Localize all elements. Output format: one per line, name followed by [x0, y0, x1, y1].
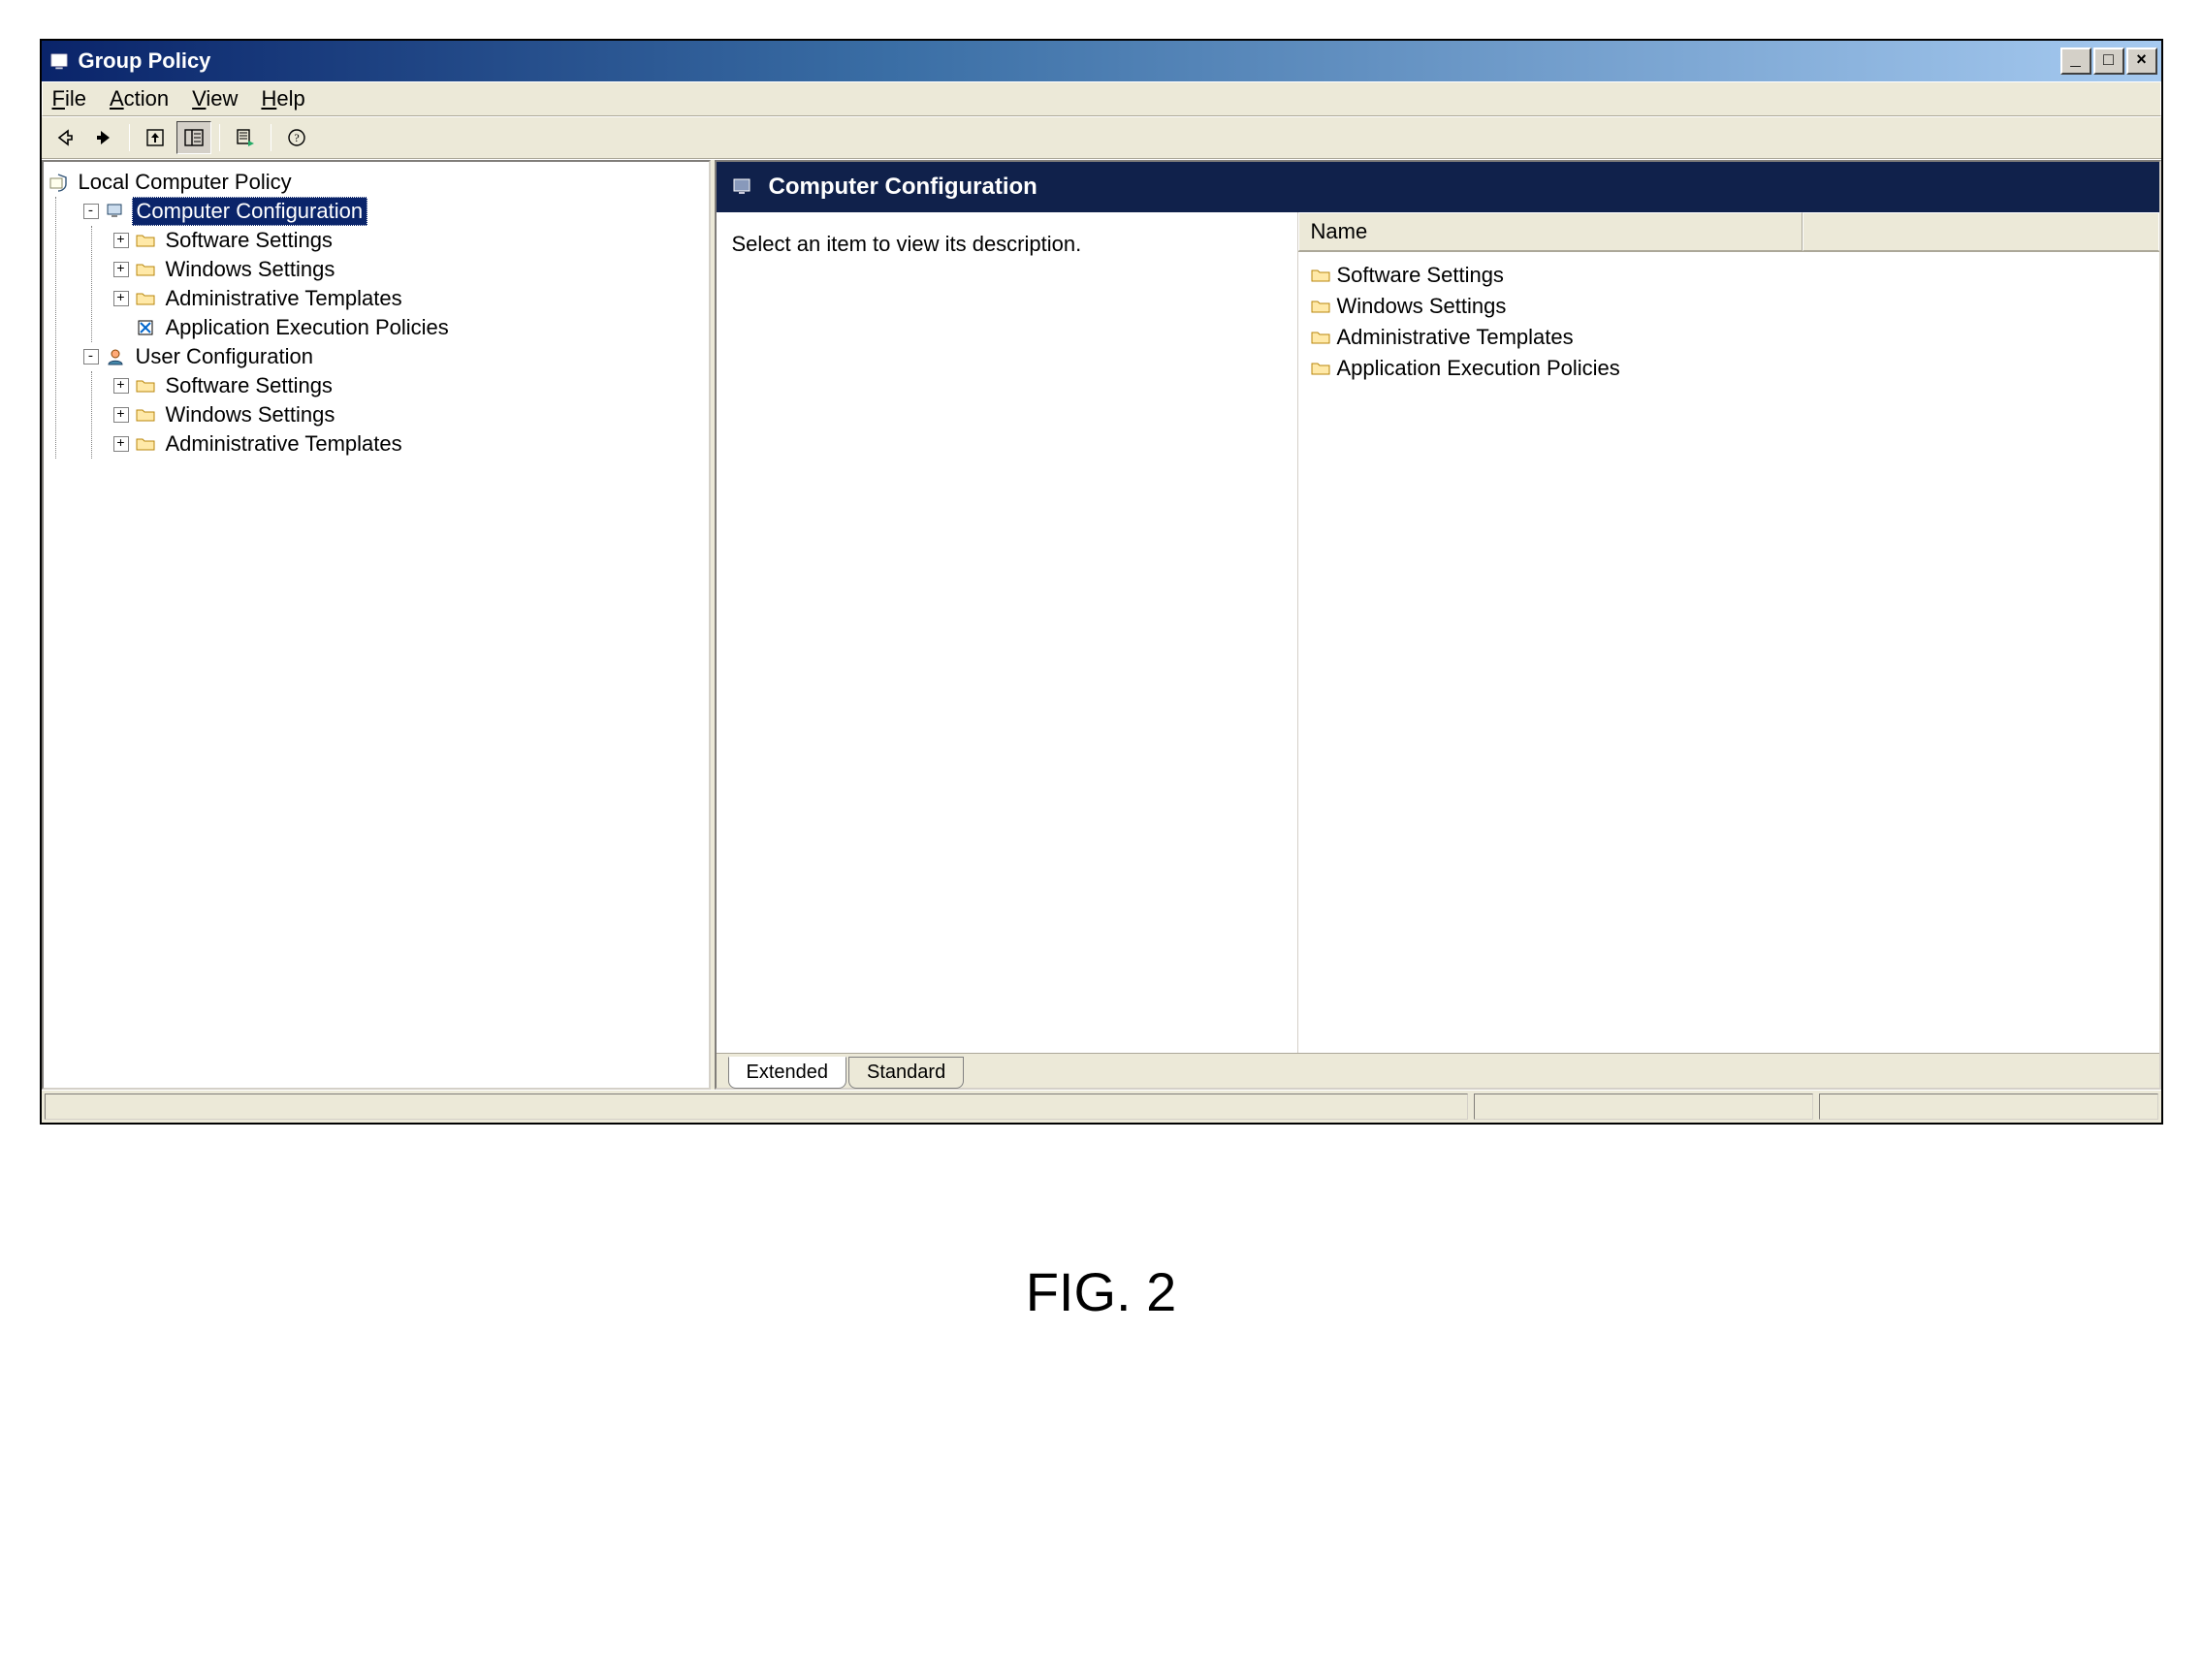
close-button[interactable]: × [2126, 48, 2157, 75]
computer-icon [105, 202, 126, 221]
window-controls: _ □ × [2060, 48, 2157, 75]
toolbar-separator [129, 124, 130, 151]
menu-action[interactable]: Action [110, 86, 169, 111]
collapse-icon[interactable]: - [83, 349, 99, 365]
policy-tree: Local Computer Policy - Computer Configu… [48, 168, 705, 459]
group-policy-window: Group Policy _ □ × File Action View Help [40, 39, 2163, 1125]
list-item-label: Windows Settings [1337, 294, 1507, 319]
expand-icon[interactable]: + [113, 233, 129, 248]
back-button[interactable] [48, 121, 82, 154]
forward-button[interactable] [86, 121, 121, 154]
folder-icon [1310, 328, 1331, 347]
folder-icon [1310, 359, 1331, 378]
collapse-icon[interactable]: - [83, 204, 99, 219]
expand-icon[interactable]: + [113, 436, 129, 452]
app-icon [48, 49, 71, 73]
folder-icon [135, 434, 156, 454]
details-header: Computer Configuration [717, 162, 2159, 212]
menu-bar: File Action View Help [42, 81, 2161, 116]
folder-icon [1310, 266, 1331, 285]
tree-label: Windows Settings [162, 256, 339, 283]
tree-label: Software Settings [162, 372, 336, 399]
toolbar: ? [42, 116, 2161, 159]
maximize-button[interactable]: □ [2093, 48, 2124, 75]
tree-label: Application Execution Policies [162, 314, 453, 341]
expand-icon[interactable]: + [113, 291, 129, 306]
leaf-spacer [113, 320, 129, 335]
tree-label: Software Settings [162, 227, 336, 254]
tree-computer-configuration[interactable]: - Computer Configuration [83, 197, 705, 226]
tree-user-windows-settings[interactable]: + Windows Settings [113, 400, 705, 429]
folder-icon [135, 405, 156, 425]
tree-user-administrative-templates[interactable]: + Administrative Templates [113, 429, 705, 459]
minimize-button[interactable]: _ [2060, 48, 2091, 75]
expand-icon[interactable]: + [113, 262, 129, 277]
list-item-label: Application Execution Policies [1337, 356, 1620, 381]
tree-label: Computer Configuration [132, 197, 368, 226]
help-button[interactable]: ? [279, 121, 314, 154]
list-item[interactable]: Windows Settings [1302, 291, 2155, 322]
menu-help[interactable]: Help [261, 86, 304, 111]
list-item[interactable]: Application Execution Policies [1302, 353, 2155, 384]
tree-panel: Local Computer Policy - Computer Configu… [42, 160, 711, 1090]
status-bar [42, 1090, 2161, 1123]
column-header-spacer [1803, 212, 2159, 251]
titlebar: Group Policy _ □ × [42, 41, 2161, 81]
description-text: Select an item to view its description. [732, 232, 1082, 256]
description-pane: Select an item to view its description. [717, 212, 1298, 1053]
details-body: Select an item to view its description. … [717, 212, 2159, 1053]
tree-label: User Configuration [132, 343, 317, 370]
menu-view[interactable]: View [192, 86, 238, 111]
window-title: Group Policy [79, 48, 2060, 74]
menu-file[interactable]: File [52, 86, 86, 111]
svg-text:?: ? [294, 131, 299, 144]
tree-label: Windows Settings [162, 401, 339, 428]
tab-standard[interactable]: Standard [848, 1057, 964, 1089]
policy-root-icon [48, 173, 69, 192]
details-panel: Computer Configuration Select an item to… [715, 160, 2161, 1090]
tree-windows-settings[interactable]: + Windows Settings [113, 255, 705, 284]
tree-application-execution-policies[interactable]: Application Execution Policies [113, 313, 705, 342]
folder-icon [135, 289, 156, 308]
list-item-label: Software Settings [1337, 263, 1504, 288]
status-cell [1819, 1094, 2158, 1120]
figure-caption: FIG. 2 [39, 1260, 2163, 1323]
list-item-label: Administrative Templates [1337, 325, 1574, 350]
status-cell [1474, 1094, 1813, 1120]
user-icon [105, 347, 126, 366]
tree-software-settings[interactable]: + Software Settings [113, 226, 705, 255]
item-list: Software Settings Windows Settings Admin… [1298, 252, 2159, 392]
show-hide-tree-button[interactable] [176, 121, 211, 154]
items-pane: Name Software Settings Windows Settings [1298, 212, 2159, 1053]
policy-icon [135, 318, 156, 337]
client-area: Local Computer Policy - Computer Configu… [42, 159, 2161, 1090]
view-tabs: Extended Standard [717, 1053, 2159, 1088]
export-list-button[interactable] [228, 121, 263, 154]
status-cell [45, 1094, 1468, 1120]
folder-icon [135, 376, 156, 396]
tree-user-configuration[interactable]: - User Configuration [83, 342, 705, 371]
toolbar-separator [219, 124, 220, 151]
column-header-name[interactable]: Name [1298, 212, 1803, 251]
tab-extended[interactable]: Extended [728, 1057, 847, 1089]
folder-icon [1310, 297, 1331, 316]
tree-root-local-computer-policy[interactable]: Local Computer Policy [48, 168, 705, 197]
tree-label: Administrative Templates [162, 285, 406, 312]
expand-icon[interactable]: + [113, 378, 129, 394]
list-item[interactable]: Software Settings [1302, 260, 2155, 291]
column-header-row: Name [1298, 212, 2159, 252]
list-item[interactable]: Administrative Templates [1302, 322, 2155, 353]
tree-label: Local Computer Policy [75, 169, 296, 196]
folder-icon [135, 260, 156, 279]
folder-icon [135, 231, 156, 250]
expand-icon[interactable]: + [113, 407, 129, 423]
up-button[interactable] [138, 121, 173, 154]
tree-administrative-templates[interactable]: + Administrative Templates [113, 284, 705, 313]
tree-user-software-settings[interactable]: + Software Settings [113, 371, 705, 400]
details-header-title: Computer Configuration [769, 174, 1037, 201]
tree-label: Administrative Templates [162, 430, 406, 458]
computer-icon [730, 174, 755, 200]
